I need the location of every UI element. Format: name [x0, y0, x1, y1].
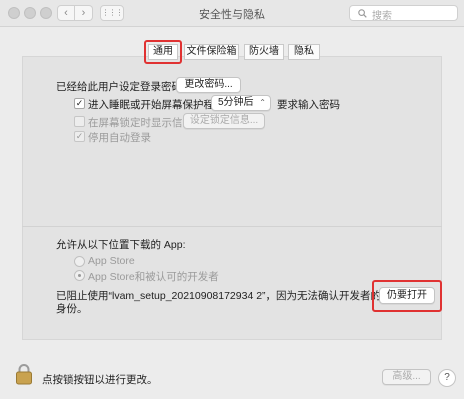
- radio-app-store[interactable]: [74, 256, 85, 267]
- radio-app-store-identified[interactable]: [74, 270, 85, 281]
- lock-icon[interactable]: [15, 363, 33, 385]
- lock-message-checkbox[interactable]: [74, 116, 85, 127]
- radio-app-store-identified-label: App Store和被认可的开发者: [88, 271, 219, 283]
- advanced-button[interactable]: 高级...: [382, 369, 431, 385]
- set-lock-message-button[interactable]: 设定锁定信息...: [183, 113, 265, 129]
- require-password-suffix: 要求输入密码: [277, 99, 340, 111]
- password-delay-select[interactable]: 5分钟后 ⌃: [211, 95, 271, 111]
- tab-firewall[interactable]: 防火墙: [244, 44, 284, 60]
- search-icon: [358, 9, 367, 18]
- chevron-updown-icon: ⌃: [259, 98, 266, 107]
- help-button[interactable]: ?: [438, 369, 456, 387]
- require-password-label: 进入睡眠或开始屏幕保护程序: [88, 99, 225, 111]
- lock-message-label: 在屏幕锁定时显示信息: [88, 117, 193, 129]
- search-placeholder: 搜索: [372, 11, 392, 22]
- change-password-button[interactable]: 更改密码...: [176, 77, 241, 93]
- disable-auto-login-label: 停用自动登录: [88, 132, 151, 144]
- blocked-app-message-line2: 身份。: [56, 303, 88, 315]
- lock-hint-text: 点按锁按钮以进行更改。: [42, 374, 158, 386]
- password-delay-value: 5分钟后: [218, 97, 254, 108]
- password-set-label: 已经给此用户设定登录密码: [56, 81, 182, 93]
- radio-app-store-label: App Store: [88, 255, 135, 267]
- section-divider: [22, 226, 442, 227]
- tab-privacy[interactable]: 隐私: [288, 44, 320, 60]
- open-anyway-highlight: [372, 280, 442, 312]
- allow-downloads-heading: 允许从以下位置下载的 App:: [56, 239, 186, 251]
- tab-general-highlight: [144, 40, 182, 64]
- disable-auto-login-checkbox[interactable]: ✓: [74, 131, 85, 142]
- require-password-checkbox[interactable]: ✓: [74, 98, 85, 109]
- search-input[interactable]: 搜索: [349, 5, 458, 22]
- blocked-app-message-line1: 已阻止使用“lvam_setup_20210908172934 2”，因为无法确…: [56, 290, 382, 302]
- tab-filevault[interactable]: 文件保险箱: [184, 44, 239, 60]
